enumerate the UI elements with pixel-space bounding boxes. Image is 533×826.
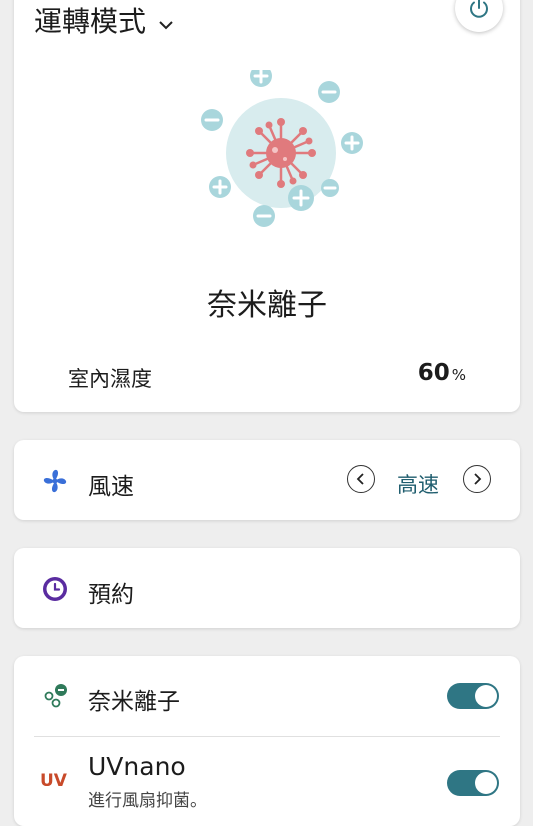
- fan-speed-value: 高速: [397, 473, 439, 497]
- operation-mode-card: 運轉模式 奈米離子 室內濕度 60 %: [14, 0, 520, 412]
- schedule-label: 預約: [88, 582, 134, 608]
- current-mode-name: 奈米離子: [207, 288, 327, 323]
- fan-speed-label: 風速: [88, 474, 134, 500]
- nanoion-toggle[interactable]: [447, 683, 499, 709]
- power-button[interactable]: [455, 0, 503, 32]
- humidity-label: 室內濕度: [68, 367, 152, 391]
- uvnano-subtitle: 進行風扇抑菌。: [88, 791, 207, 811]
- chevron-down-icon: [158, 4, 174, 37]
- features-card: 奈米離子 UV UVnano 進行風扇抑菌。: [14, 656, 520, 826]
- power-icon: [470, 0, 488, 18]
- operation-mode-title: 運轉模式: [34, 5, 147, 38]
- humidity-unit: %: [451, 366, 466, 384]
- schedule-card[interactable]: 預約: [14, 548, 520, 628]
- nanoion-illustration-icon: [201, 70, 363, 227]
- uv-icon: UV: [40, 771, 67, 791]
- uvnano-toggle[interactable]: [447, 770, 499, 796]
- uvnano-label: UVnano: [88, 752, 186, 781]
- nanoion-icon: [44, 684, 67, 708]
- humidity-value-group: 60%: [418, 360, 466, 386]
- divider: [34, 736, 500, 737]
- fan-speed-card: 風速 高速: [14, 440, 520, 520]
- fan-icon: [43, 469, 67, 493]
- chevron-right-icon: [474, 473, 482, 485]
- nanoion-label: 奈米離子: [88, 689, 180, 715]
- toggle-knob: [475, 685, 497, 707]
- fan-speed-decrease-button[interactable]: [347, 465, 375, 493]
- toggle-knob: [475, 772, 497, 794]
- humidity-value: 60: [417, 360, 450, 386]
- chevron-left-icon: [356, 473, 364, 485]
- operation-mode-selector[interactable]: 運轉模式: [34, 0, 174, 40]
- fan-speed-increase-button[interactable]: [463, 465, 491, 493]
- clock-icon: [43, 577, 67, 601]
